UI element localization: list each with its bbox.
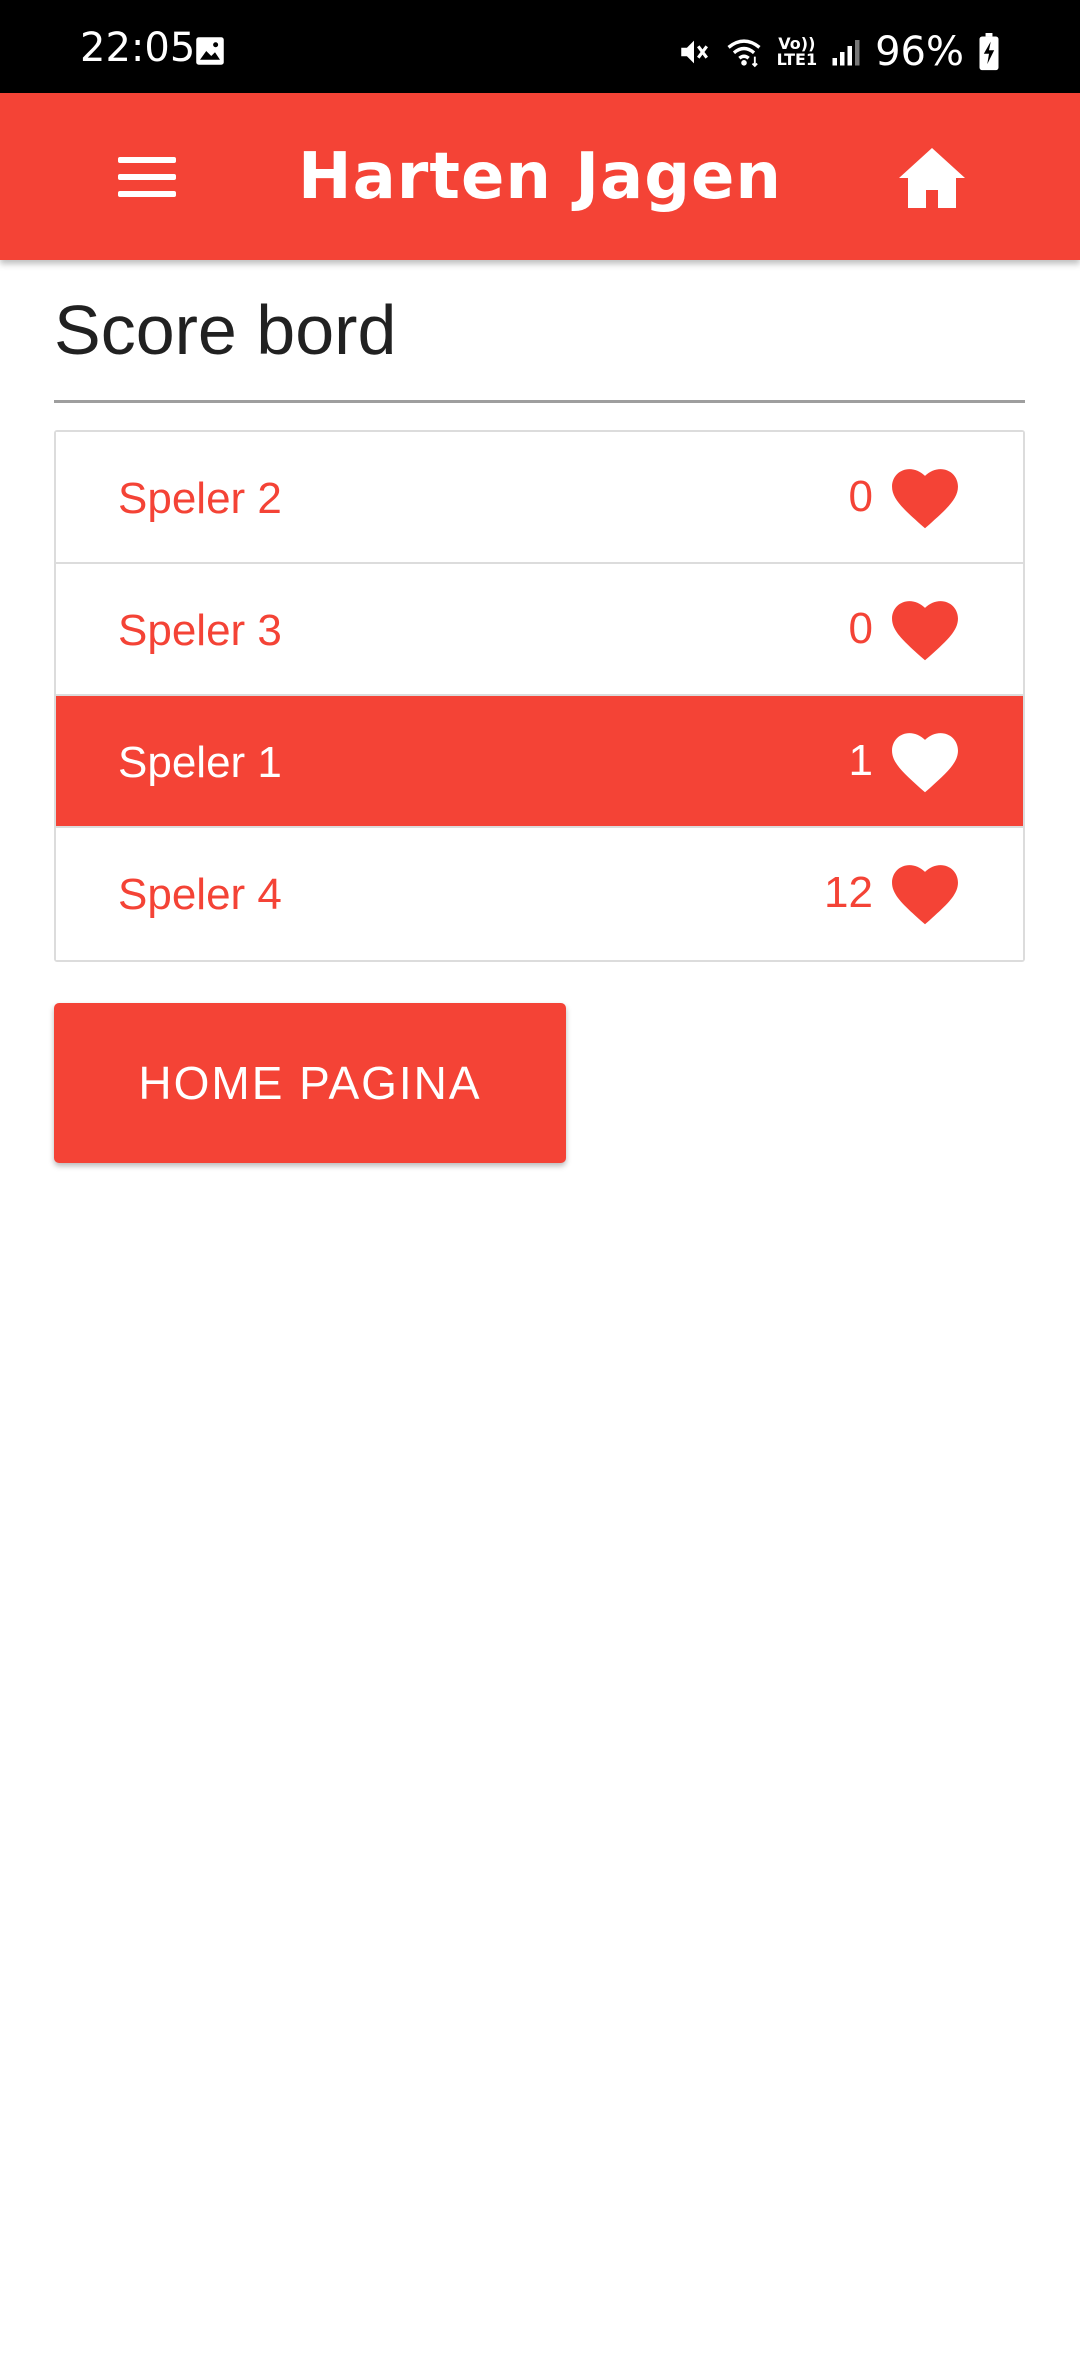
heart-icon <box>892 601 958 661</box>
player-name: Speler 2 <box>118 474 282 523</box>
status-time: 22:05 <box>80 25 196 71</box>
score-row-active[interactable]: Speler 1 1 <box>56 696 1023 828</box>
page-title: Score bord <box>54 291 397 369</box>
heart-icon <box>892 865 958 925</box>
player-score: 1 <box>848 736 873 785</box>
player-score: 0 <box>848 604 873 653</box>
volte-icon: Vo)) LTE1 <box>777 36 818 68</box>
app-bar: Harten Jagen <box>0 93 1080 260</box>
score-row[interactable]: Speler 4 12 <box>56 828 1023 960</box>
title-divider <box>54 400 1025 403</box>
home-icon[interactable] <box>896 145 968 211</box>
volte-bottom-label: LTE1 <box>776 50 818 69</box>
player-name: Speler 4 <box>118 870 282 919</box>
score-row[interactable]: Speler 3 0 <box>56 564 1023 696</box>
status-bar: 22:05 Vo)) LTE1 96% <box>0 0 1080 93</box>
player-name: Speler 3 <box>118 606 282 655</box>
player-score: 12 <box>824 868 873 917</box>
score-row[interactable]: Speler 2 0 <box>56 432 1023 564</box>
heart-icon <box>892 733 958 793</box>
gallery-icon <box>196 37 224 65</box>
signal-icon <box>832 40 860 66</box>
player-score: 0 <box>848 472 873 521</box>
battery-percentage: 96% <box>875 29 964 75</box>
score-list: Speler 2 0 Speler 3 0 Speler 1 1 Speler … <box>54 430 1025 962</box>
heart-icon <box>892 469 958 529</box>
status-icons: Vo)) LTE1 96% <box>677 28 1000 76</box>
mute-vibrate-icon <box>680 40 708 64</box>
battery-charging-icon <box>979 33 999 71</box>
player-name: Speler 1 <box>118 738 282 787</box>
home-page-button[interactable]: HOME PAGINA <box>54 1003 566 1163</box>
wifi-icon <box>727 39 761 68</box>
